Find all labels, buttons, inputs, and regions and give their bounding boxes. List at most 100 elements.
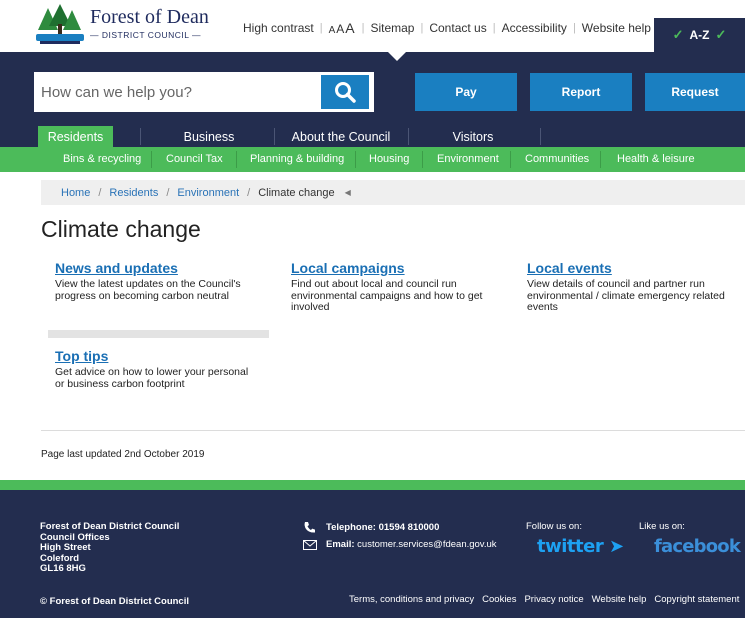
phone-label: Telephone:	[326, 522, 376, 533]
subnav-bins-recycling[interactable]: Bins & recycling	[63, 147, 141, 172]
card-local-campaigns: Local campaigns Find out about local and…	[291, 260, 506, 314]
like-label: Like us on:	[639, 521, 685, 532]
subnav-divider	[422, 151, 423, 168]
subnav-planning-building[interactable]: Planning & building	[250, 147, 344, 172]
terms-link[interactable]: Terms, conditions and privacy	[349, 594, 474, 605]
font-size-medium[interactable]: A	[336, 22, 344, 36]
subnav-divider	[151, 151, 152, 168]
nav-divider	[540, 128, 541, 145]
request-button[interactable]: Request	[645, 73, 745, 111]
search-button[interactable]	[321, 75, 369, 109]
search-box	[34, 72, 374, 112]
phone-number[interactable]: 01594 810000	[379, 522, 440, 533]
website-help-link[interactable]: Website help	[582, 21, 651, 35]
privacy-notice-link[interactable]: Privacy notice	[524, 594, 583, 605]
sitemap-link[interactable]: Sitemap	[370, 21, 414, 35]
separator: |	[361, 22, 365, 34]
address-line: High Street	[40, 542, 91, 553]
card-description: Find out about local and council run env…	[291, 278, 483, 313]
footer-address: Forest of Dean District Council Council …	[40, 521, 180, 575]
twitter-logo[interactable]: twitter ➤	[537, 536, 624, 557]
card-title-link[interactable]: Top tips	[55, 348, 260, 364]
search-input[interactable]	[35, 73, 319, 111]
subnav-divider	[510, 151, 511, 168]
address-line: GL16 8HG	[40, 563, 86, 574]
notch-decoration	[388, 52, 406, 61]
page-title: Climate change	[41, 216, 201, 242]
footer-legal-links: Terms, conditions and privacy Cookies Pr…	[349, 594, 739, 605]
font-size-large[interactable]: A	[345, 20, 354, 36]
report-button[interactable]: Report	[530, 73, 632, 111]
a-z-button[interactable]: ✓ A-Z ✓	[654, 18, 745, 52]
a-z-label: A-Z	[689, 28, 710, 42]
card-description: Get advice on how to lower your personal…	[55, 366, 249, 390]
council-logo[interactable]: Forest of Dean — DISTRICT COUNCIL —	[34, 4, 214, 46]
subnav-housing[interactable]: Housing	[369, 147, 409, 172]
utility-links: High contrast | AAA | Sitemap | Contact …	[243, 20, 651, 36]
email-link[interactable]: customer.services@fdean.gov.uk	[357, 539, 496, 550]
breadcrumb-separator: /	[98, 186, 102, 199]
contact-link[interactable]: Contact us	[429, 21, 486, 35]
tab-business[interactable]: Business	[168, 126, 250, 147]
top-header: Forest of Dean — DISTRICT COUNCIL — High…	[0, 0, 745, 52]
copyright-statement-link[interactable]: Copyright statement	[654, 594, 739, 605]
cookies-link[interactable]: Cookies	[482, 594, 516, 605]
address-line: Forest of Dean District Council	[40, 521, 180, 532]
card-description: View details of council and partner run …	[527, 278, 725, 313]
email-label: Email:	[326, 539, 355, 550]
nav-divider	[140, 128, 141, 145]
pay-button[interactable]: Pay	[415, 73, 517, 111]
separator: |	[420, 22, 424, 34]
card-top-tips: Top tips Get advice on how to lower your…	[55, 348, 260, 390]
subnav-council-tax[interactable]: Council Tax	[166, 147, 223, 172]
tab-about-the-council[interactable]: About the Council	[285, 126, 397, 147]
footer-copyright: © Forest of Dean District Council	[40, 596, 189, 607]
logo-subtitle: — DISTRICT COUNCIL —	[90, 30, 202, 40]
footer-accent-bar	[0, 480, 745, 490]
subnav-health-leisure[interactable]: Health & leisure	[617, 147, 695, 172]
facebook-logo[interactable]: facebook	[654, 536, 741, 557]
nav-divider	[408, 128, 409, 145]
twitter-text: twitter	[537, 536, 604, 557]
breadcrumb-residents[interactable]: Residents	[109, 187, 158, 199]
chevron-down-icon: ✓	[715, 27, 727, 42]
sub-nav: Bins & recycling Council Tax Planning & …	[0, 147, 745, 172]
search-icon	[335, 82, 356, 103]
caret-left-icon[interactable]: ◀	[345, 188, 351, 197]
main-nav: Residents Business About the Council Vis…	[0, 126, 745, 147]
tab-residents[interactable]: Residents	[38, 126, 113, 147]
envelope-icon	[303, 539, 320, 550]
font-size-controls: AAA	[329, 20, 356, 36]
separator: |	[492, 22, 496, 34]
breadcrumb-current: Climate change	[258, 186, 335, 199]
card-title-link[interactable]: Local events	[527, 260, 742, 276]
subnav-divider	[600, 151, 601, 168]
nav-divider	[274, 128, 275, 145]
footer-contact: Telephone: 01594 810000 Email: customer.…	[303, 519, 497, 553]
separator: |	[572, 22, 576, 34]
subnav-communities[interactable]: Communities	[525, 147, 589, 172]
card-news-updates: News and updates View the latest updates…	[55, 260, 270, 302]
chevron-down-icon: ✓	[672, 27, 684, 42]
subnav-divider	[236, 151, 237, 168]
high-contrast-link[interactable]: High contrast	[243, 21, 314, 35]
breadcrumb-environment[interactable]: Environment	[177, 187, 239, 199]
card-local-events: Local events View details of council and…	[527, 260, 742, 314]
phone-row: Telephone: 01594 810000	[303, 519, 497, 536]
separator: |	[319, 22, 323, 34]
breadcrumb-separator: /	[166, 186, 170, 199]
card-title-link[interactable]: News and updates	[55, 260, 270, 276]
last-updated: Page last updated 2nd October 2019	[41, 449, 205, 460]
subnav-divider	[355, 151, 356, 168]
card-title-link[interactable]: Local campaigns	[291, 260, 506, 276]
font-size-small[interactable]: A	[329, 25, 336, 36]
breadcrumb-separator: /	[247, 186, 251, 199]
website-help-footer-link[interactable]: Website help	[592, 594, 647, 605]
breadcrumb: Home / Residents / Environment / Climate…	[41, 180, 745, 205]
breadcrumb-home[interactable]: Home	[61, 187, 90, 199]
footer: Forest of Dean District Council Council …	[0, 490, 745, 618]
tab-visitors[interactable]: Visitors	[433, 126, 513, 147]
subnav-environment[interactable]: Environment	[437, 147, 499, 172]
accessibility-link[interactable]: Accessibility	[502, 21, 567, 35]
card-divider	[48, 330, 269, 338]
